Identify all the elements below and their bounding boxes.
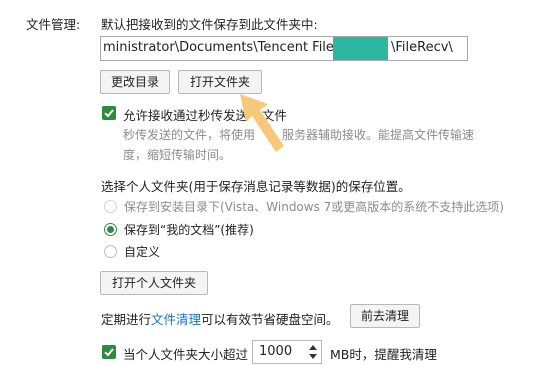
open-personal-folder-button[interactable]: 打开个人文件夹 — [100, 271, 208, 295]
checkmark-icon — [104, 348, 114, 357]
change-directory-button[interactable]: 更改目录 — [100, 70, 170, 94]
cleanup-text-after: 可以有效节省硬盘空间。 — [201, 312, 339, 327]
second-transfer-hint-start: 秒传发送的文件，将使用 — [123, 128, 256, 142]
go-cleanup-button[interactable]: 前去清理 — [350, 304, 420, 328]
radio-install-dir-label: 保存到安装目录下(Vista、Windows 7或更高版本的系统不支持此选项) — [124, 200, 504, 214]
save-path-field[interactable]: ministrator\Documents\Tencent Files\ \Fi… — [100, 36, 468, 61]
annotation-arrow-icon — [240, 94, 284, 152]
size-alert-checkbox[interactable] — [102, 345, 116, 359]
radio-custom-label: 自定义 — [124, 245, 161, 259]
size-threshold-stepper[interactable]: 1000 — [252, 340, 322, 364]
radio-install-dir[interactable] — [104, 200, 117, 213]
allow-second-transfer-label-start: 允许接收通过秒传发送 — [123, 108, 249, 123]
size-alert-label-after: MB时，提醒我清理 — [330, 347, 437, 362]
stepper-arrows-icon[interactable] — [307, 342, 319, 362]
size-threshold-value[interactable]: 1000 — [259, 344, 292, 359]
checkmark-icon — [104, 109, 114, 118]
personal-folder-heading: 选择个人文件夹(用于保存消息记录等数据)的保存位置。 — [101, 179, 411, 194]
radio-custom[interactable] — [104, 245, 117, 258]
file-cleanup-link[interactable]: 文件清理 — [151, 312, 201, 327]
radio-my-documents[interactable] — [104, 223, 117, 236]
cleanup-text-before: 定期进行 — [101, 312, 152, 327]
cleanup-text: 定期进行文件清理可以有效节省硬盘空间。 — [101, 309, 339, 328]
path-text-left: ministrator\Documents\Tencent Files\ — [103, 40, 346, 55]
radio-my-documents-label: 保存到“我的文档”(推荐) — [124, 223, 254, 237]
open-folder-button[interactable]: 打开文件夹 — [178, 70, 262, 94]
second-transfer-hint-end: 服务器辅助接收。能提高文件传输速 — [282, 128, 475, 142]
path-text-right: \FileRecv\ — [391, 40, 453, 55]
second-transfer-hint-line2: 度，缩短传输时间。 — [123, 148, 232, 162]
size-alert-label-before: 当个人文件夹大小超过 — [123, 347, 249, 362]
save-location-description: 默认把接收到的文件保存到此文件夹中: — [101, 17, 318, 32]
allow-second-transfer-checkbox[interactable] — [102, 106, 116, 120]
section-label: 文件管理: — [26, 17, 81, 32]
redacted-segment — [333, 37, 388, 60]
